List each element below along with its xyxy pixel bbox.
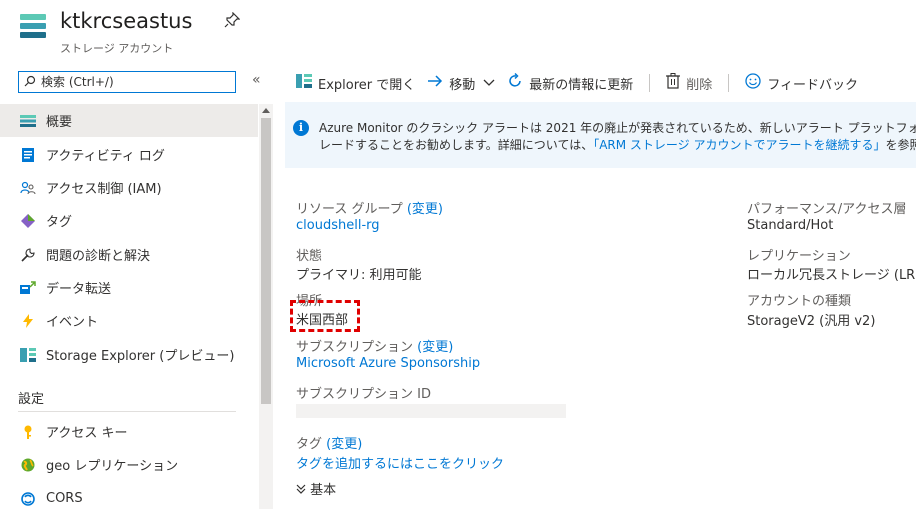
data-transfer-icon: [18, 280, 38, 295]
sidebar-item-label: アクティビティ ログ: [46, 149, 165, 164]
status-value: プライマリ: 利用可能: [296, 268, 422, 283]
info-icon: i: [293, 120, 309, 136]
banner-text-prefix: レードすることをお勧めします。詳細については、: [319, 138, 594, 152]
sidebar-item-label: アクセス制御 (IAM): [46, 182, 162, 197]
page-subtitle: ストレージ アカウント: [60, 42, 174, 55]
storage-account-icon: [20, 14, 46, 38]
open-in-explorer-button[interactable]: Explorer で開く: [296, 74, 415, 93]
sidebar-item-access-keys[interactable]: アクセス キー: [0, 415, 258, 448]
delete-button[interactable]: 削除: [666, 73, 712, 93]
tags-label-row: タグ (変更): [296, 433, 362, 452]
sidebar-item-label: geo レプリケーション: [46, 459, 179, 474]
search-input[interactable]: [41, 75, 235, 89]
sidebar-item-geo-replication[interactable]: geo レプリケーション: [0, 448, 258, 481]
move-label: 移動: [449, 77, 476, 93]
overview-icon: [18, 114, 38, 127]
tag-icon: [18, 213, 38, 228]
sidebar: 概要 アクティビティ ログ アクセス制御 (IAM) タグ 問題の診断と解決 デ…: [0, 104, 258, 509]
toolbar-divider: [728, 74, 730, 92]
subscription-label: サブスクリプション: [296, 340, 414, 355]
replication-label: レプリケーション: [747, 249, 851, 264]
open-in-explorer-label: Explorer で開く: [318, 77, 416, 93]
feedback-button[interactable]: フィードバック: [745, 73, 858, 93]
sidebar-item-label: アクセス キー: [46, 426, 128, 441]
banner-text-line2: レードすることをお勧めします。詳細については、「ARM ストレージ アカウントで…: [319, 136, 916, 153]
location-highlight-box: [290, 300, 360, 332]
wrench-icon: [18, 247, 38, 262]
performance-label: パフォーマンス/アクセス層: [747, 202, 907, 217]
pin-icon[interactable]: [224, 11, 241, 32]
sidebar-item-tags[interactable]: タグ: [0, 204, 258, 237]
key-icon: [18, 425, 38, 439]
section-divider: [18, 411, 236, 412]
command-toolbar: Explorer で開く 移動 最新の情報に更新 削除 フィードバック: [296, 70, 870, 96]
status-label: 状態: [296, 249, 323, 264]
sidebar-item-label: 概要: [46, 115, 73, 130]
move-button[interactable]: 移動: [427, 74, 495, 93]
banner-text-suffix: を参照してください。: [885, 138, 916, 152]
sidebar-scrollbar[interactable]: [259, 104, 273, 509]
sidebar-item-data-transfer[interactable]: データ転送: [0, 271, 258, 304]
resource-group-label-row: リソース グループ (変更): [296, 198, 443, 217]
essentials-expand-label: 基本: [310, 483, 337, 498]
account-kind-value: StorageV2 (汎用 v2): [747, 314, 876, 329]
arrow-right-icon: [427, 75, 443, 91]
collapse-sidebar-button[interactable]: «: [252, 72, 261, 88]
storage-explorer-icon: [18, 347, 38, 362]
iam-icon: [18, 181, 38, 195]
sidebar-item-storage-explorer[interactable]: Storage Explorer (プレビュー): [0, 338, 258, 371]
refresh-label: 最新の情報に更新: [529, 77, 634, 93]
resource-group-value[interactable]: cloudshell-rg: [296, 218, 380, 233]
scroll-up-arrow-icon[interactable]: [262, 108, 270, 113]
feedback-label: フィードバック: [767, 77, 859, 93]
banner-text-line1: Azure Monitor のクラシック アラートは 2021 年の廃止が発表さ…: [319, 121, 916, 135]
page-title: ktkrcseastus: [60, 9, 193, 33]
account-kind-label: アカウントの種類: [747, 294, 852, 309]
banner-link[interactable]: 「ARM ストレージ アカウントでアラートを継続する」: [593, 138, 885, 152]
resource-group-label: リソース グループ: [296, 202, 403, 217]
subscription-id-label: サブスクリプション ID: [296, 387, 431, 402]
sidebar-item-diagnose[interactable]: 問題の診断と解決: [0, 238, 258, 271]
subscription-change-link[interactable]: (変更): [417, 340, 453, 355]
subscription-id-redacted: [296, 404, 566, 418]
sidebar-item-label: Storage Explorer (プレビュー): [46, 349, 235, 364]
resource-group-change-link[interactable]: (変更): [407, 202, 443, 217]
lightning-icon: [18, 313, 38, 328]
sidebar-item-label: タグ: [46, 215, 73, 230]
smiley-icon: [745, 73, 761, 93]
double-chevron-down-icon: [296, 483, 310, 498]
subscription-value[interactable]: Microsoft Azure Sponsorship: [296, 356, 480, 371]
toolbar-divider: [649, 74, 651, 92]
essentials-expand-toggle[interactable]: 基本: [296, 479, 336, 498]
tags-change-link[interactable]: (変更): [326, 437, 362, 452]
sidebar-item-events[interactable]: イベント: [0, 304, 258, 337]
sidebar-item-label: CORS: [46, 491, 83, 506]
chevron-down-icon: [483, 76, 495, 91]
info-banner: i Azure Monitor のクラシック アラートは 2021 年の廃止が発…: [285, 102, 916, 168]
globe-icon: [18, 458, 38, 472]
refresh-button[interactable]: 最新の情報に更新: [507, 72, 634, 93]
refresh-icon: [507, 72, 523, 93]
scroll-thumb[interactable]: [261, 118, 271, 404]
sidebar-item-label: データ転送: [46, 282, 112, 297]
sidebar-item-label: 問題の診断と解決: [46, 249, 151, 264]
sidebar-item-cors[interactable]: CORS: [0, 482, 258, 509]
cors-icon: [18, 491, 38, 506]
sidebar-item-activity-log[interactable]: アクティビティ ログ: [0, 138, 258, 171]
replication-value: ローカル冗長ストレージ (LRS): [747, 268, 916, 283]
add-tags-link[interactable]: タグを追加するにはここをクリック: [296, 453, 504, 472]
delete-label: 削除: [686, 77, 713, 93]
activity-log-icon: [18, 147, 38, 162]
sidebar-item-label: イベント: [46, 315, 99, 330]
subscription-label-row: サブスクリプション (変更): [296, 336, 453, 355]
sidebar-item-iam[interactable]: アクセス制御 (IAM): [0, 171, 258, 204]
performance-value: Standard/Hot: [747, 218, 834, 233]
storage-explorer-icon: [296, 74, 312, 92]
search-icon: [19, 75, 41, 90]
search-box[interactable]: [18, 71, 236, 93]
section-header-settings: 設定: [18, 392, 45, 407]
tags-label: タグ: [296, 437, 323, 452]
trash-icon: [666, 73, 681, 93]
sidebar-item-overview[interactable]: 概要: [0, 104, 258, 137]
